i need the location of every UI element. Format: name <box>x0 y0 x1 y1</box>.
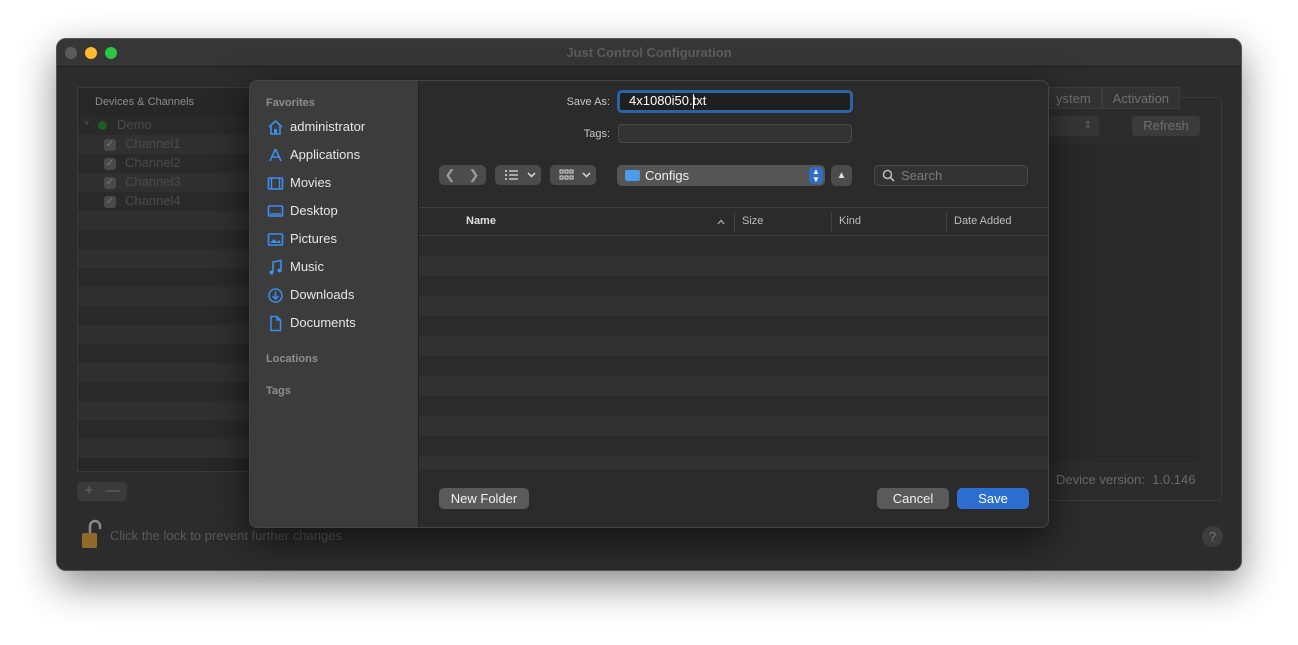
save-as-label: Save As: <box>566 96 610 108</box>
sidebar-item-label: Movies <box>290 175 332 190</box>
group-view-button[interactable] <box>550 165 596 185</box>
column-size[interactable]: Size <box>742 215 763 227</box>
download-icon <box>268 288 283 303</box>
settings-list <box>1047 144 1199 462</box>
channel2-checkbox[interactable]: ✓ <box>104 158 116 170</box>
sidebar-item-pictures[interactable]: Pictures <box>250 226 419 252</box>
sidebar-item-label: Desktop <box>290 203 338 218</box>
location-popup[interactable]: Configs ▲ ▼ <box>617 165 825 186</box>
sort-ascending-icon[interactable] <box>717 219 725 225</box>
device-item-demo[interactable]: Demo <box>117 117 152 132</box>
add-device-button[interactable]: + <box>77 482 101 500</box>
file-list[interactable] <box>419 236 1048 469</box>
new-folder-button[interactable]: New Folder <box>439 488 529 509</box>
sidebar-item-music[interactable]: Music <box>250 254 419 280</box>
updown-chevron-icon: ▲ ▼ <box>809 167 823 184</box>
device-version-value: 1.0.146 <box>1152 472 1196 487</box>
sidebar-item-movies[interactable]: Movies <box>250 170 419 196</box>
sidebar-item-downloads[interactable]: Downloads <box>250 282 419 308</box>
film-icon <box>267 177 284 190</box>
search-field-container <box>874 165 1028 186</box>
list-view-icon <box>505 170 518 180</box>
remove-device-button[interactable]: — <box>101 482 125 500</box>
refresh-button[interactable]: Refresh <box>1132 116 1200 136</box>
save-dialog: Favorites administrator Applications Mov… <box>249 80 1049 528</box>
grid-icon <box>559 169 574 180</box>
channel-item[interactable]: Channel4 <box>125 193 181 208</box>
column-name[interactable]: Name <box>466 215 496 227</box>
channel4-checkbox[interactable]: ✓ <box>104 196 116 208</box>
back-button[interactable]: ❮ <box>439 165 461 185</box>
lock-hint-text: Click the lock to prevent further change… <box>110 528 342 543</box>
devices-header: Devices & Channels <box>95 96 195 108</box>
sidebar-section-tags: Tags <box>266 385 291 397</box>
channel-item[interactable]: Channel2 <box>125 155 181 170</box>
sidebar-item-label: Pictures <box>290 231 337 246</box>
disclosure-triangle-icon[interactable]: ∨ <box>83 117 90 128</box>
search-input[interactable] <box>901 168 1021 183</box>
status-dot-icon <box>98 121 107 130</box>
document-icon <box>270 315 282 332</box>
column-date-added[interactable]: Date Added <box>954 215 1012 227</box>
sidebar-item-label: Downloads <box>290 287 355 302</box>
tags-label: Tags: <box>583 128 610 140</box>
photo-icon <box>267 233 284 246</box>
sidebar-item-label: Music <box>290 259 324 274</box>
back-forward-control: ❮ ❯ <box>439 165 486 185</box>
window-title: Just Control Configuration <box>566 45 732 60</box>
chevron-down-icon <box>582 172 591 178</box>
home-icon <box>268 119 283 135</box>
folder-icon <box>625 170 640 181</box>
desktop-icon <box>267 205 284 217</box>
channel-item[interactable]: Channel3 <box>125 174 181 189</box>
channel1-checkbox[interactable]: ✓ <box>104 139 116 151</box>
help-button[interactable]: ? <box>1202 526 1223 547</box>
sidebar-item-label: Applications <box>290 147 361 162</box>
tags-field[interactable] <box>618 124 852 143</box>
add-remove-control: + — <box>77 482 127 501</box>
save-button[interactable]: Save <box>957 488 1029 509</box>
devices-panel: Devices & Channels ∨ Demo ✓ Channel1 ✓ C… <box>77 87 277 472</box>
title-bar: Just Control Configuration <box>57 39 1241 67</box>
device-version: Device version: 1.0.146 <box>1056 472 1195 487</box>
chevron-down-icon <box>527 172 536 178</box>
dialog-sidebar: Favorites administrator Applications Mov… <box>250 81 419 527</box>
sidebar-item-label: administrator <box>290 119 366 134</box>
unlocked-padlock-icon[interactable] <box>81 519 103 551</box>
column-kind[interactable]: Kind <box>839 215 861 227</box>
column-header: Name Size Kind Date Added <box>419 208 1048 236</box>
channel3-checkbox[interactable]: ✓ <box>104 177 116 189</box>
search-icon <box>882 169 895 182</box>
sidebar-item-applications[interactable]: Applications <box>250 142 419 168</box>
sidebar-item-desktop[interactable]: Desktop <box>250 198 419 224</box>
tab-system[interactable]: ystem <box>1045 87 1102 109</box>
file-browser: Name Size Kind Date Added <box>419 207 1048 469</box>
sidebar-item-documents[interactable]: Documents <box>250 310 419 336</box>
forward-button[interactable]: ❯ <box>463 165 485 185</box>
tab-activation[interactable]: Activation <box>1101 87 1181 109</box>
device-select-popup[interactable]: ⇕ <box>1049 116 1099 136</box>
expand-collapse-button[interactable]: ▲ <box>831 165 852 186</box>
music-note-icon <box>269 259 282 275</box>
sidebar-item-label: Documents <box>290 315 356 330</box>
current-folder-name: Configs <box>645 168 690 183</box>
settings-tabs: ystem Activation <box>1045 87 1181 109</box>
applications-icon <box>269 148 282 162</box>
device-version-label: Device version: <box>1056 472 1145 487</box>
sidebar-section-locations: Locations <box>266 353 318 365</box>
text-cursor <box>693 94 694 109</box>
cancel-button[interactable]: Cancel <box>877 488 949 509</box>
list-view-button[interactable] <box>495 165 541 185</box>
save-as-field[interactable]: 4x1080i50.txt <box>617 90 853 113</box>
sidebar-item-administrator[interactable]: administrator <box>250 114 419 140</box>
channel-item[interactable]: Channel1 <box>125 136 181 151</box>
sidebar-section-favorites: Favorites <box>266 97 315 109</box>
